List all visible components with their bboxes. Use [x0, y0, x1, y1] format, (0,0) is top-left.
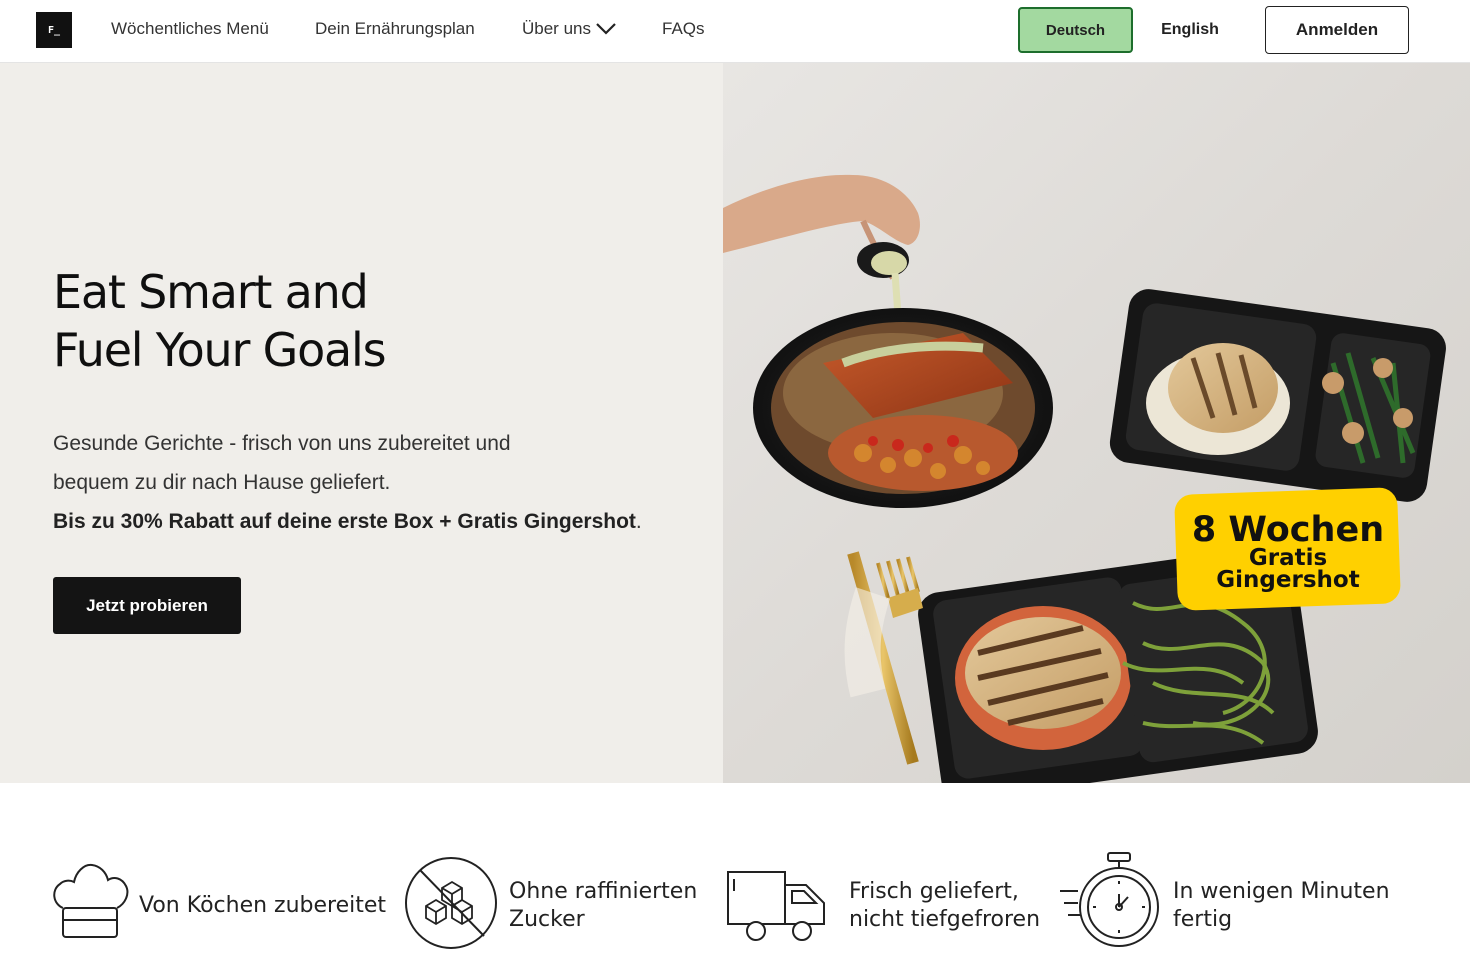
nav-link-faqs[interactable]: FAQs — [662, 19, 705, 39]
feature-text-line: Zucker — [509, 907, 585, 932]
feature-text-quick: In wenigen Minuten fertig — [1173, 878, 1390, 934]
chef-hat-icon — [53, 863, 129, 938]
feature-text-line: In wenigen Minuten — [1173, 879, 1390, 904]
hero-section — [0, 63, 723, 783]
hero-promo-line: Bis zu 30% Rabatt auf deine erste Box + … — [53, 502, 693, 541]
meal-illustration: 8 Wochen Gratis Gingershot — [723, 174, 1446, 783]
language-english-button[interactable]: English — [1150, 7, 1230, 53]
no-sugar-icon — [405, 857, 497, 949]
hero-description: Gesunde Gerichte - frisch von uns zubere… — [53, 424, 693, 541]
hero-promo-period: . — [635, 510, 642, 533]
try-now-button[interactable]: Jetzt probieren — [53, 577, 241, 634]
nav-link-about-label: Über uns — [522, 19, 591, 38]
hero-description-line: Gesunde Gerichte - frisch von uns zubere… — [53, 432, 511, 455]
feature-text-line: Ohne raffinierten — [509, 879, 698, 904]
chevron-down-icon — [596, 23, 616, 35]
login-button[interactable]: Anmelden — [1265, 6, 1409, 54]
nav-link-weekly-menu[interactable]: Wöchentliches Menü — [111, 19, 269, 39]
stopwatch-icon — [1060, 852, 1159, 947]
brand-logo[interactable]: F_ — [36, 12, 72, 48]
nav-link-nutrition-plan[interactable]: Dein Ernährungsplan — [315, 19, 475, 39]
feature-text-line: Von Köchen zubereitet — [139, 893, 387, 918]
badge-line-1: 8 Wochen — [1192, 510, 1384, 550]
feature-text-line: fertig — [1173, 907, 1233, 932]
feature-text-no-sugar: Ohne raffinierten Zucker — [509, 878, 697, 934]
feature-text-line: Frisch geliefert, — [849, 879, 1019, 904]
top-navigation: F_ Wöchentliches Menü Dein Ernährungspla… — [0, 0, 1470, 63]
feature-text-chefs: Von Köchen zubereitet — [139, 892, 386, 920]
hero-title-line: Eat Smart and — [53, 265, 369, 319]
badge-line-3: Gingershot — [1216, 567, 1359, 593]
hero-food-image: 8 Wochen Gratis Gingershot — [723, 63, 1470, 783]
hero-promo-text: Bis zu 30% Rabatt auf deine erste Box + … — [53, 510, 636, 533]
hero-title-line: Fuel Your Goals — [53, 323, 387, 377]
nav-link-about-us[interactable]: Über uns — [522, 19, 617, 39]
language-german-button[interactable]: Deutsch — [1018, 7, 1133, 53]
feature-text-delivery: Frisch geliefert, nicht tiefgefroren — [849, 878, 1040, 934]
hero-description-line: bequem zu dir nach Hause geliefert. — [53, 471, 391, 494]
feature-text-line: nicht tiefgefroren — [849, 907, 1041, 932]
hero-title: Eat Smart and Fuel Your Goals — [53, 263, 387, 379]
delivery-truck-icon — [727, 871, 825, 941]
